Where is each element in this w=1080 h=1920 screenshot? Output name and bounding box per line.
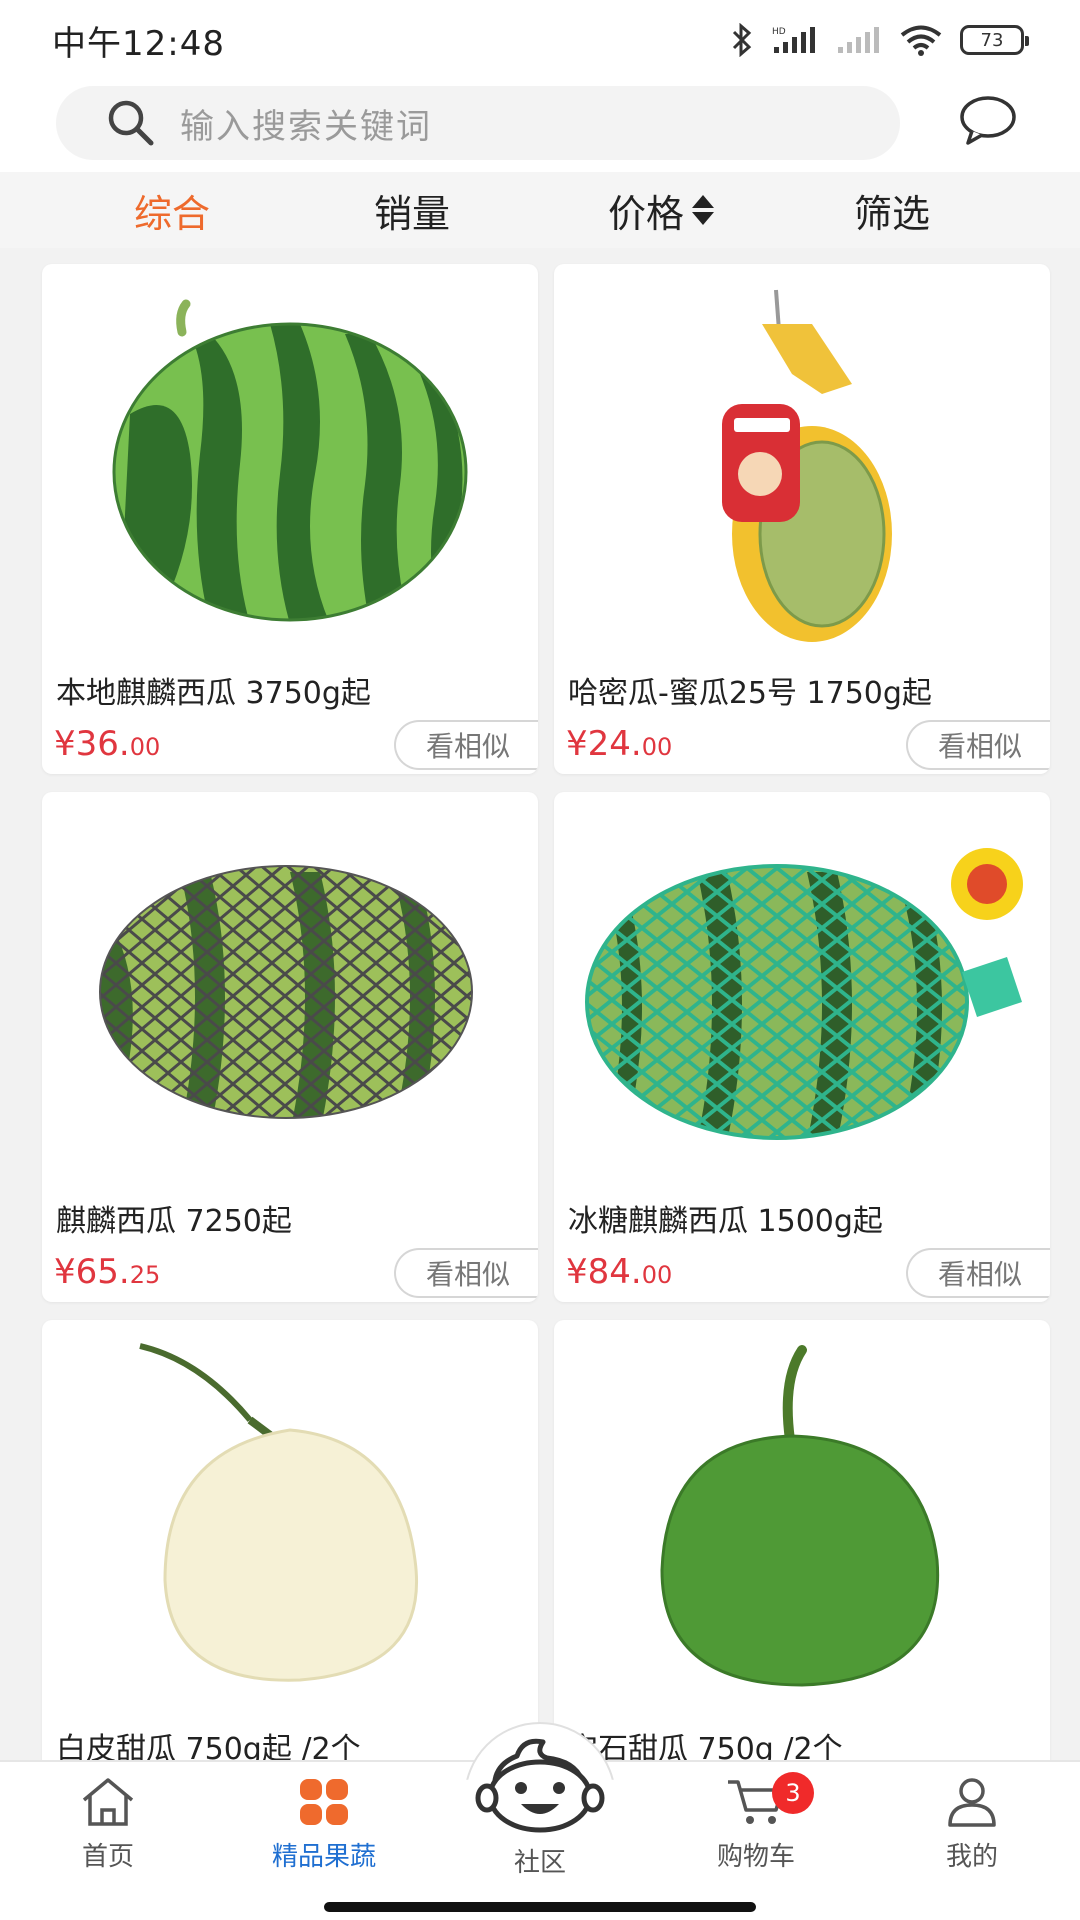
wifi-icon bbox=[900, 25, 942, 56]
bluetooth-icon bbox=[732, 23, 752, 57]
battery-level: 73 bbox=[980, 29, 1004, 51]
nav-home-label: 首页 bbox=[81, 1842, 134, 1872]
hami-melon-image bbox=[554, 264, 1050, 664]
home-icon bbox=[82, 1778, 134, 1826]
tab-sales[interactable]: 销量 bbox=[374, 172, 450, 248]
product-name: 白皮甜瓜 750g起 /2个 bbox=[56, 1732, 361, 1760]
user-icon bbox=[948, 1778, 996, 1827]
product-price: ¥65.25 bbox=[54, 1252, 161, 1292]
nav-community-label: 社区 bbox=[513, 1848, 566, 1878]
netted-watermelon-image bbox=[42, 792, 538, 1192]
tab-price-label: 价格 bbox=[608, 191, 685, 236]
product-card[interactable]: 白皮甜瓜 750g起 /2个 bbox=[42, 1320, 538, 1760]
watermelon-image bbox=[42, 264, 538, 664]
sort-bar: 综合 销量 价格 筛选 bbox=[0, 172, 1080, 248]
product-card[interactable]: 本地麒麟西瓜 3750g起 ¥36.00 看相似 bbox=[42, 264, 538, 774]
product-card[interactable]: 冰糖麒麟西瓜 1500g起 ¥84.00 看相似 bbox=[554, 792, 1050, 1302]
product-card[interactable]: 麒麟西瓜 7250起 ¥65.25 看相似 bbox=[42, 792, 538, 1302]
signal-weak-icon bbox=[838, 27, 879, 53]
product-price: ¥84.00 bbox=[566, 1252, 673, 1292]
search-header: 输入搜索关键词 bbox=[0, 80, 1080, 172]
tab-price[interactable]: 价格 bbox=[608, 172, 715, 248]
sort-arrows-icon bbox=[692, 195, 715, 225]
product-price: ¥24.00 bbox=[566, 724, 673, 764]
search-icon bbox=[108, 100, 154, 146]
product-name: 本地麒麟西瓜 3750g起 bbox=[56, 676, 371, 711]
product-grid: 本地麒麟西瓜 3750g起 ¥36.00 看相似 哈密瓜-蜜瓜25号 1750g… bbox=[0, 248, 1080, 1760]
see-similar-button[interactable]: 看相似 bbox=[906, 720, 1050, 770]
search-placeholder: 输入搜索关键词 bbox=[180, 106, 432, 147]
tab-comprehensive[interactable]: 综合 bbox=[134, 172, 210, 248]
tab-filter[interactable]: 筛选 bbox=[854, 172, 930, 248]
nav-produce-label: 精品果蔬 bbox=[271, 1842, 376, 1872]
bottom-nav: 首页 精品果蔬 社区 3 购物车 我的 bbox=[0, 1722, 1080, 1920]
status-icons: HD 73 bbox=[730, 23, 1029, 57]
signal-hd-icon: HD bbox=[772, 27, 815, 53]
clover-grid-icon bbox=[300, 1779, 348, 1825]
product-card[interactable]: 哈密瓜-蜜瓜25号 1750g起 ¥24.00 看相似 bbox=[554, 264, 1050, 774]
message-icon[interactable] bbox=[958, 94, 1018, 148]
svg-text:HD: HD bbox=[772, 27, 786, 37]
status-time: 中午12:48 bbox=[52, 23, 225, 64]
product-name: 麒麟西瓜 7250起 bbox=[56, 1204, 292, 1239]
see-similar-button[interactable]: 看相似 bbox=[906, 1248, 1050, 1298]
baby-face-icon bbox=[475, 1738, 605, 1833]
nav-cart[interactable]: 3 购物车 bbox=[656, 1772, 856, 1873]
nav-community[interactable]: 社区 bbox=[465, 1732, 615, 1879]
cart-badge: 3 bbox=[772, 1772, 814, 1814]
battery-icon: 73 bbox=[960, 25, 1029, 55]
green-melon-image bbox=[554, 1320, 1050, 1720]
see-similar-button[interactable]: 看相似 bbox=[394, 1248, 538, 1298]
nav-produce[interactable]: 精品果蔬 bbox=[224, 1776, 424, 1873]
green-netted-watermelon-image bbox=[554, 792, 1050, 1192]
see-similar-button[interactable]: 看相似 bbox=[394, 720, 538, 770]
status-bar: 中午12:48 HD 73 bbox=[0, 0, 1080, 80]
white-melon-image bbox=[42, 1320, 538, 1720]
nav-cart-label: 购物车 bbox=[716, 1842, 795, 1872]
product-name: 冰糖麒麟西瓜 1500g起 bbox=[568, 1204, 883, 1239]
product-name: 哈密瓜-蜜瓜25号 1750g起 bbox=[568, 676, 932, 711]
product-price: ¥36.00 bbox=[54, 724, 161, 764]
nav-mine[interactable]: 我的 bbox=[872, 1776, 1072, 1873]
product-card[interactable]: 宝石甜瓜 750g /2个 bbox=[554, 1320, 1050, 1760]
home-indicator bbox=[324, 1902, 756, 1912]
search-input[interactable]: 输入搜索关键词 bbox=[56, 86, 900, 160]
nav-mine-label: 我的 bbox=[945, 1842, 998, 1872]
nav-home[interactable]: 首页 bbox=[8, 1776, 208, 1873]
